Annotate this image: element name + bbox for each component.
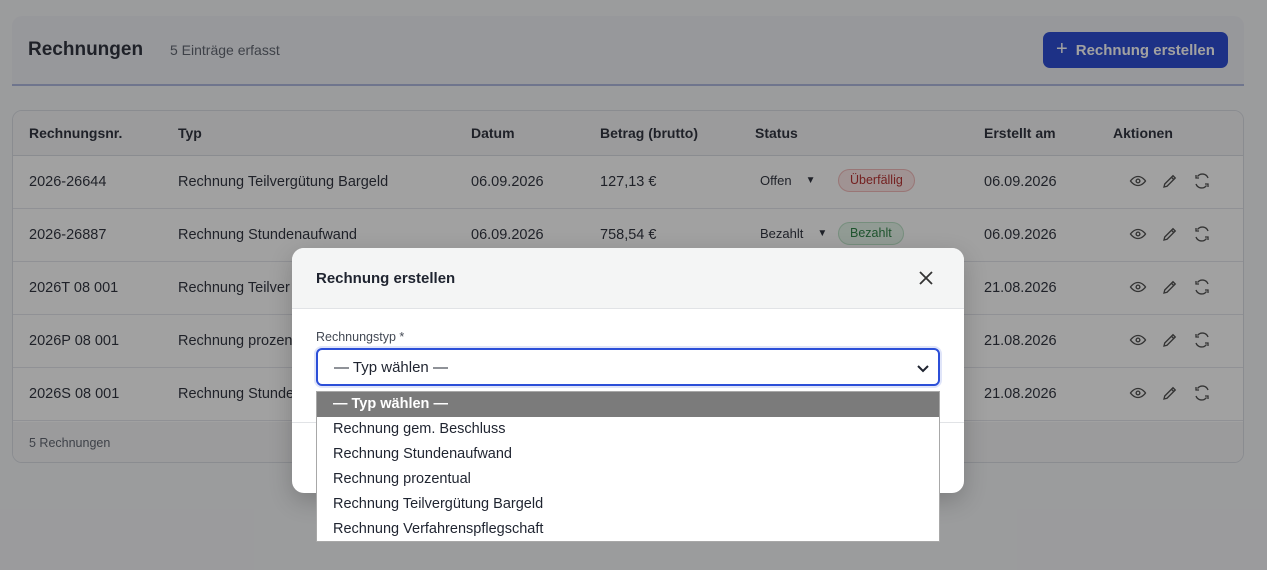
modal-header: Rechnung erstellen [292,248,964,309]
option-prozentual[interactable]: Rechnung prozentual [317,467,939,492]
option-placeholder[interactable]: — Typ wählen — [317,392,939,417]
invoices-page: Rechnungen 5 Einträge erfasst + Rechnung… [0,0,1267,570]
modal-title: Rechnung erstellen [316,270,456,287]
option-teilverguetung[interactable]: Rechnung Teilvergütung Bargeld [317,492,939,517]
invoice-type-options: — Typ wählen — Rechnung gem. Beschluss R… [316,391,940,542]
option-verfahrenspflegschaft[interactable]: Rechnung Verfahrenspflegschaft [317,517,939,542]
option-stundenaufwand[interactable]: Rechnung Stundenaufwand [317,442,939,467]
invoice-type-selected: — Typ wählen — [334,359,448,376]
invoice-type-select[interactable]: — Typ wählen — [316,348,940,386]
invoice-type-label: Rechnungstyp * [316,330,405,344]
close-icon[interactable] [916,268,936,288]
chevron-down-icon [917,365,929,373]
option-beschluss[interactable]: Rechnung gem. Beschluss [317,417,939,442]
